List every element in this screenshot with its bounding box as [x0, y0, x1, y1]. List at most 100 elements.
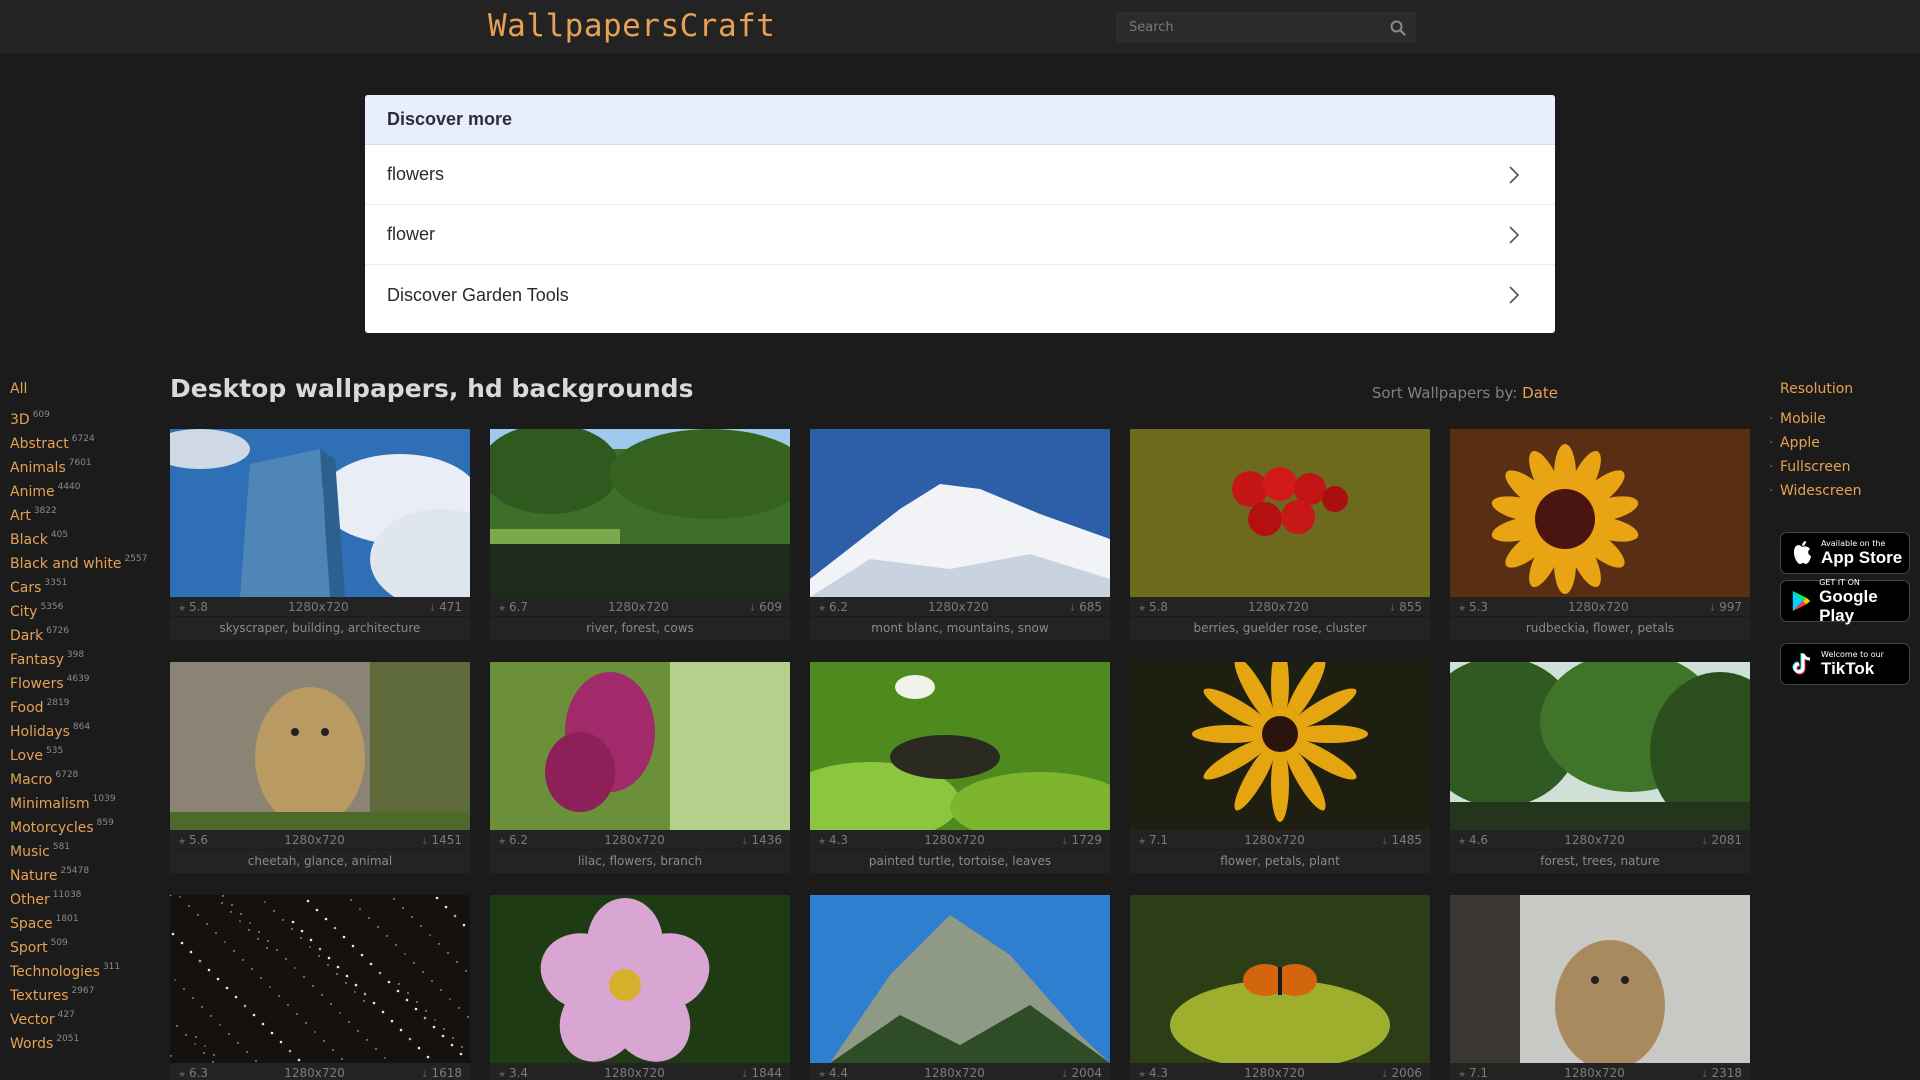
wallpaper-card[interactable]: 7.1 1280x720 1485 flower, petals, plant: [1130, 662, 1430, 873]
wallpaper-thumbnail[interactable]: [810, 895, 1110, 1063]
category-name: Abstract: [10, 436, 69, 452]
app-store-button[interactable]: Available on the App Store: [1780, 532, 1910, 574]
wallpaper-card[interactable]: 7.1 1280x720 2318: [1450, 895, 1750, 1080]
site-logo[interactable]: WallpapersCraft: [488, 6, 775, 46]
wallpaper-meta: 6.3 1280x720 1618: [170, 1063, 470, 1080]
category-name: 3D: [10, 412, 30, 428]
category-minimalism[interactable]: Minimalism 1039: [10, 787, 170, 812]
category-name: Other: [10, 892, 50, 908]
wallpaper-card[interactable]: 4.3 1280x720 2006: [1130, 895, 1430, 1080]
wallpaper-card[interactable]: 5.6 1280x720 1451 cheetah, glance, animal: [170, 662, 470, 873]
category-words[interactable]: Words 2051: [10, 1027, 170, 1052]
wallpaper-card[interactable]: 6.7 1280x720 609 river, forest, cows: [490, 429, 790, 640]
wallpaper-thumbnail[interactable]: [490, 895, 790, 1063]
category-fantasy[interactable]: Fantasy 398: [10, 643, 170, 668]
category-name: Nature: [10, 868, 58, 884]
search-button[interactable]: [1389, 19, 1407, 37]
category-count: 509: [50, 938, 68, 948]
wallpaper-thumbnail[interactable]: [170, 662, 470, 830]
search-input[interactable]: [1117, 13, 1377, 41]
app-store-small: Available on the: [1821, 539, 1886, 548]
category-other[interactable]: Other 11038: [10, 883, 170, 908]
category-count: 5356: [40, 602, 64, 612]
wallpaper-rating: 6.2: [818, 600, 848, 614]
wallpaper-thumbnail[interactable]: [490, 429, 790, 597]
sort-value-date[interactable]: Date: [1522, 384, 1558, 402]
google-play-icon: [1792, 590, 1811, 612]
category-flowers[interactable]: Flowers 4639: [10, 667, 170, 692]
tiktok-small: Welcome to our: [1821, 650, 1884, 659]
wallpaper-card[interactable]: 5.8 1280x720 855 berries, guelder rose, clu…: [1130, 429, 1430, 640]
discover-item-flower[interactable]: flower: [365, 205, 1555, 265]
resolution-apple[interactable]: Apple: [1769, 431, 1910, 455]
category-abstract[interactable]: Abstract 6724: [10, 427, 170, 452]
resolution-title[interactable]: Resolution: [1780, 377, 1910, 401]
category-music[interactable]: Music 581: [10, 835, 170, 860]
wallpaper-resolution: 1280x720: [608, 599, 669, 614]
category-nature[interactable]: Nature 25478: [10, 859, 170, 884]
category-art[interactable]: Art 3822: [10, 499, 170, 524]
category-vector[interactable]: Vector 427: [10, 1003, 170, 1028]
category-technologies[interactable]: Technologies 311: [10, 955, 170, 980]
category-sidebar: All 3D 609 Abstract 6724 Animals 7601 Anime 444…: [10, 377, 170, 1052]
category-textures[interactable]: Textures 2967: [10, 979, 170, 1004]
wallpaper-rating: 5.8: [1138, 600, 1168, 614]
wallpaper-thumbnail[interactable]: [810, 429, 1110, 597]
wallpaper-card[interactable]: 3.4 1280x720 1844: [490, 895, 790, 1080]
category-motorcycles[interactable]: Motorcycles 859: [10, 811, 170, 836]
wallpaper-thumbnail[interactable]: [1130, 429, 1430, 597]
wallpaper-thumbnail[interactable]: [1130, 895, 1430, 1063]
resolution-widescreen[interactable]: Widescreen: [1769, 479, 1910, 503]
wallpaper-resolution: 1280x720: [924, 1065, 985, 1080]
category-animals[interactable]: Animals 7601: [10, 451, 170, 476]
category-count: 2967: [71, 986, 95, 996]
wallpaper-thumbnail[interactable]: [170, 429, 470, 597]
wallpaper-card[interactable]: 6.2 1280x720 685 mont blanc, mountains, sno…: [810, 429, 1110, 640]
chevron-right-icon: [1509, 165, 1520, 184]
category-sport[interactable]: Sport 509: [10, 931, 170, 956]
wallpaper-thumbnail[interactable]: [1450, 429, 1750, 597]
category-dark[interactable]: Dark 6726: [10, 619, 170, 644]
category-name: Food: [10, 700, 44, 716]
wallpaper-thumbnail[interactable]: [1450, 662, 1750, 830]
category-count: 405: [50, 530, 69, 540]
category-city[interactable]: City 5356: [10, 595, 170, 620]
wallpaper-card[interactable]: 4.3 1280x720 1729 painted turtle, tortoise,…: [810, 662, 1110, 873]
wallpaper-resolution: 1280x720: [284, 832, 345, 847]
discover-item-garden-tools[interactable]: Discover Garden Tools: [365, 265, 1555, 325]
wallpaper-rating: 6.7: [498, 600, 528, 614]
discover-item-flowers[interactable]: flowers: [365, 145, 1555, 205]
wallpaper-thumbnail[interactable]: [810, 662, 1110, 830]
category-cars[interactable]: Cars 3351: [10, 571, 170, 596]
category-food[interactable]: Food 2819: [10, 691, 170, 716]
category-love[interactable]: Love 535: [10, 739, 170, 764]
category-black-and-white[interactable]: Black and white 2557: [10, 547, 170, 572]
category-count: 859: [96, 818, 114, 828]
category-holidays[interactable]: Holidays 864: [10, 715, 170, 740]
wallpaper-card[interactable]: 6.3 1280x720 1618: [170, 895, 470, 1080]
resolution-fullscreen[interactable]: Fullscreen: [1769, 455, 1910, 479]
chevron-right-icon: [1509, 286, 1520, 304]
wallpaper-card[interactable]: 5.8 1280x720 471 skyscraper, building, arch…: [170, 429, 470, 640]
category-macro[interactable]: Macro 6728: [10, 763, 170, 788]
resolution-mobile[interactable]: Mobile: [1769, 407, 1910, 431]
wallpaper-resolution: 1280x720: [604, 1065, 665, 1080]
wallpaper-thumbnail[interactable]: [170, 895, 470, 1063]
wallpaper-thumbnail[interactable]: [490, 662, 790, 830]
wallpaper-card[interactable]: 4.6 1280x720 2081 forest, trees, nature: [1450, 662, 1750, 873]
category-all[interactable]: All: [10, 377, 170, 401]
wallpaper-rating: 6.2: [498, 833, 528, 847]
category-black[interactable]: Black 405: [10, 523, 170, 548]
google-play-button[interactable]: GET IT ON Google Play: [1780, 578, 1910, 625]
wallpaper-card[interactable]: 5.3 1280x720 997 rudbeckia, flower, petals: [1450, 429, 1750, 640]
category-anime[interactable]: Anime 4440: [10, 475, 170, 500]
category-space[interactable]: Space 1801: [10, 907, 170, 932]
category-3d[interactable]: 3D 609: [10, 403, 170, 428]
tiktok-button[interactable]: Welcome to our TikTok: [1780, 643, 1910, 685]
wallpaper-card[interactable]: 6.2 1280x720 1436 lilac, flowers, branch: [490, 662, 790, 873]
wallpaper-thumbnail[interactable]: [1130, 662, 1430, 830]
wallpaper-card[interactable]: 4.4 1280x720 2004: [810, 895, 1110, 1080]
wallpaper-rating: 7.1: [1138, 833, 1168, 847]
wallpaper-rating: 4.6: [1458, 833, 1488, 847]
wallpaper-thumbnail[interactable]: [1450, 895, 1750, 1063]
